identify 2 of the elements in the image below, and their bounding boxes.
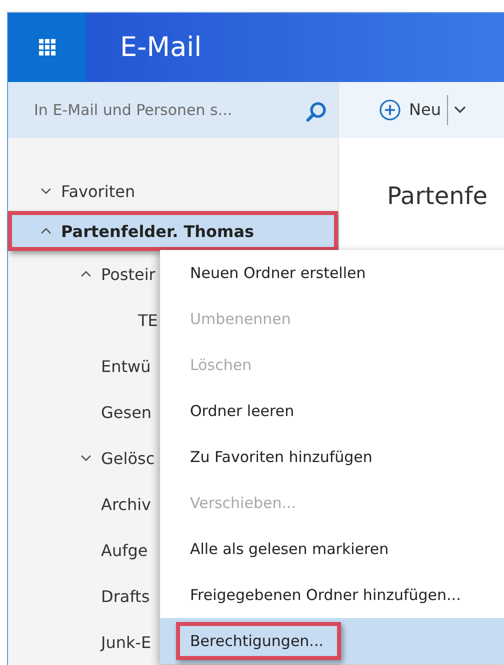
- app-title: E-Mail: [119, 32, 202, 63]
- folder-heading: Partenfe: [387, 182, 489, 210]
